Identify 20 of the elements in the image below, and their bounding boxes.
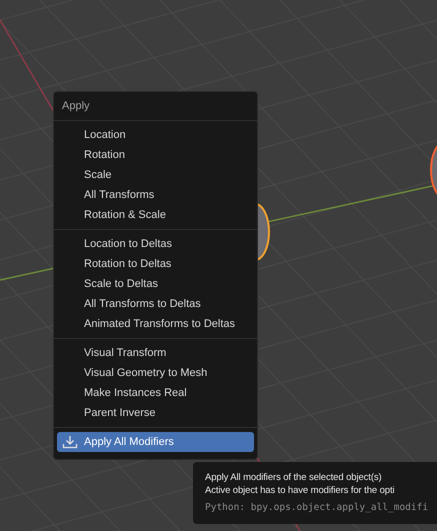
menu-item[interactable]: Visual Transform	[57, 343, 254, 363]
download-icon	[62, 435, 78, 449]
menu-item[interactable]: Parent Inverse	[57, 403, 254, 423]
tooltip-text: Active object has to have modifiers for the opti	[205, 484, 396, 497]
menu-item[interactable]: Animated Transforms to Deltas	[57, 314, 254, 334]
menu-item[interactable]: Visual Geometry to Mesh	[57, 363, 254, 383]
menu-item[interactable]: Location to Deltas	[57, 234, 254, 254]
menu-item[interactable]: Rotation to Deltas	[57, 254, 254, 274]
menu-item[interactable]: All Transforms	[57, 185, 254, 205]
menu-item[interactable]: All Transforms to Deltas	[57, 294, 254, 314]
menu-item[interactable]: Rotation	[57, 145, 254, 165]
tooltip-text: Apply All modifiers of the selected object(s)	[205, 471, 383, 484]
menu-title: Apply	[61, 99, 91, 114]
python-path: Python: bpy.ops.object.apply_all_modifi	[205, 501, 430, 514]
menu-item[interactable]: Location	[57, 125, 254, 145]
menu-item[interactable]: Scale to Deltas	[57, 274, 254, 294]
menu-item[interactable]: Scale	[57, 165, 254, 185]
menu-item[interactable]: Apply All Modifiers	[57, 432, 254, 452]
menu-item[interactable]: Make Instances Real	[57, 383, 254, 403]
menu-item[interactable]: Rotation & Scale	[57, 205, 254, 225]
